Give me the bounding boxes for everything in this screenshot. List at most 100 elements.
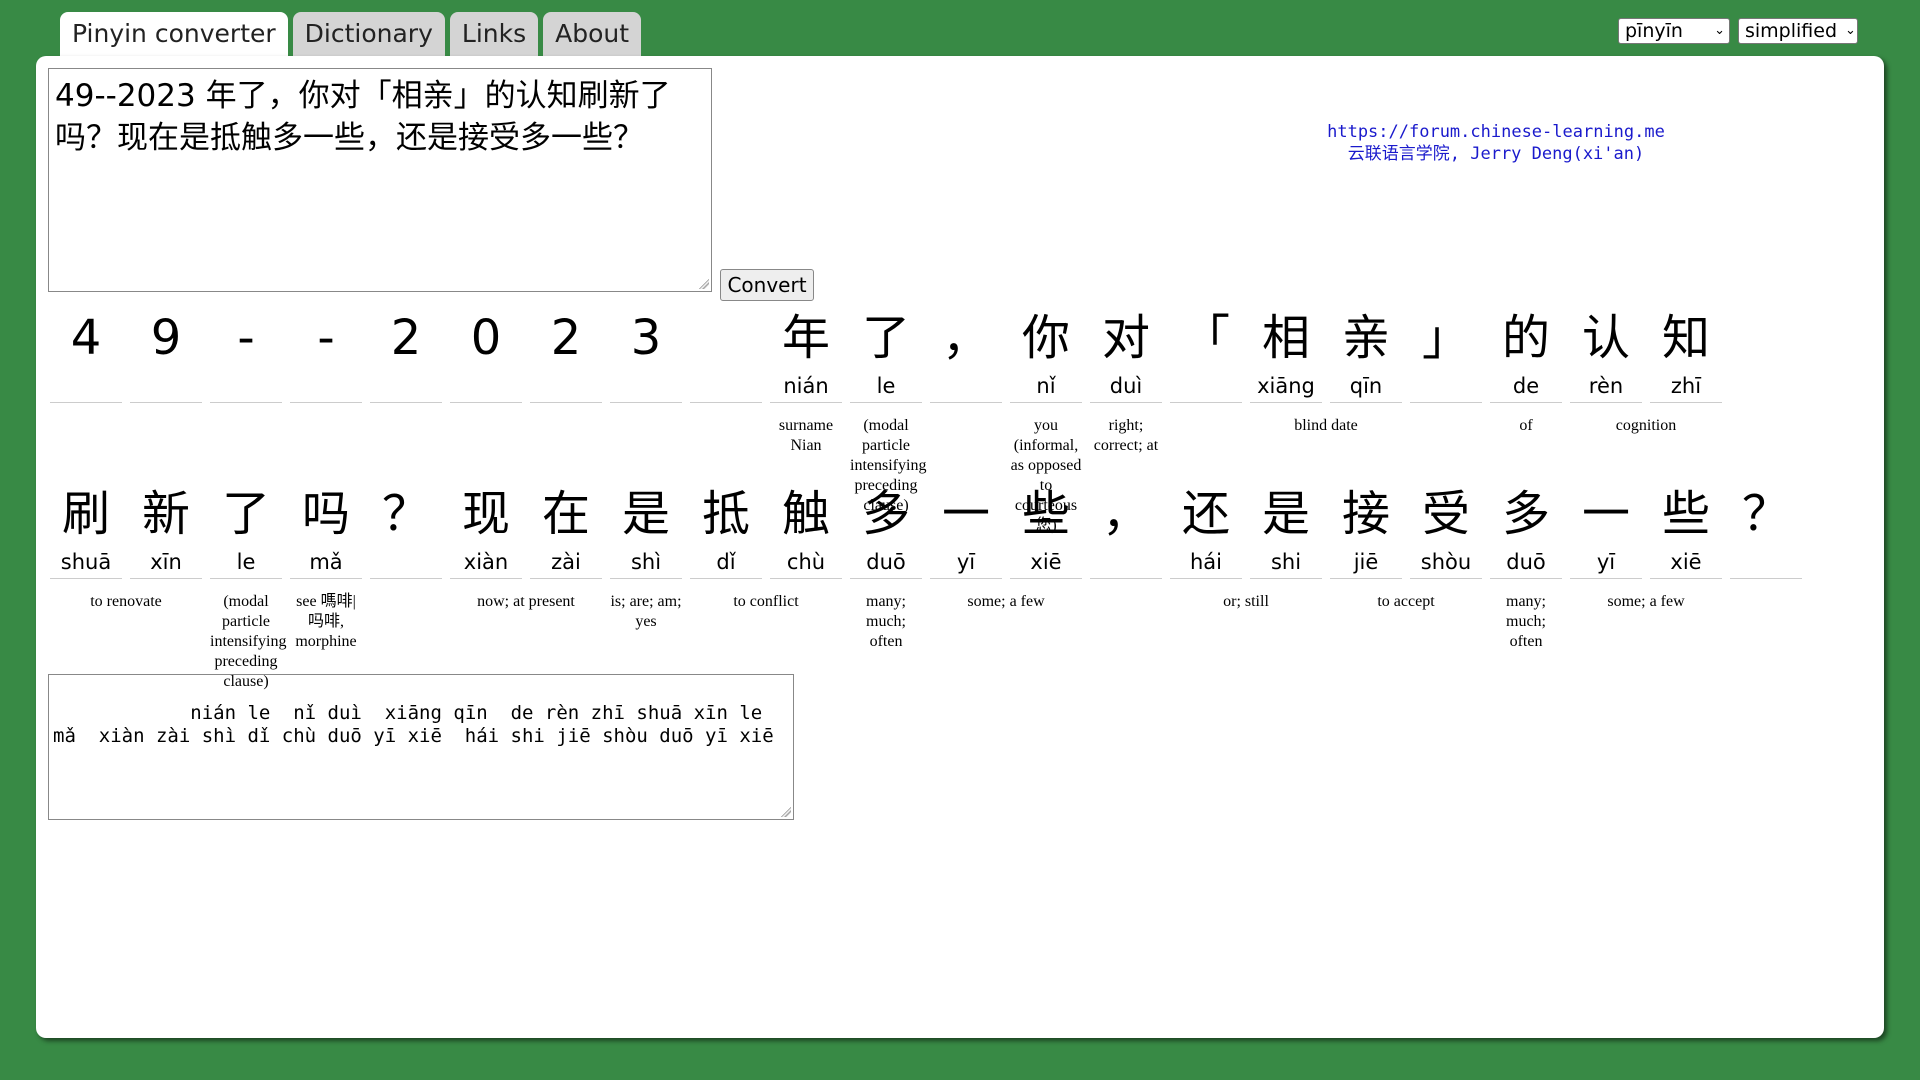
hanzi: - [317, 310, 335, 366]
char-cell: 相 xiāng [1250, 306, 1322, 403]
char-cell: 亲 qīn [1330, 306, 1402, 403]
char-cell: 刷 shuā [50, 482, 122, 579]
tab-pinyin-converter[interactable]: Pinyin converter [60, 12, 288, 58]
pinyin [290, 370, 362, 403]
hanzi: 是 [1261, 486, 1310, 542]
pinyin: mǎ [290, 546, 362, 579]
char-cell: 些 xiē [1010, 482, 1082, 579]
definition: see 嗎啡|吗啡, morphine [295, 593, 357, 650]
pinyin [1410, 370, 1482, 403]
pinyin: shòu [1410, 546, 1482, 579]
char-cell [690, 306, 762, 403]
char-cell: 年 nián [770, 306, 842, 403]
char-cell: ？ [370, 482, 442, 579]
convert-button[interactable]: Convert [720, 269, 814, 301]
hanzi: 」 [1421, 310, 1470, 366]
hanzi: ？ [1741, 486, 1790, 542]
pinyin: jiē [1330, 546, 1402, 579]
char-cell: 2 [530, 306, 602, 403]
hanzi: 新 [141, 486, 190, 542]
char-cell: 触 chù [770, 482, 842, 579]
char-cell: - [210, 306, 282, 403]
char-cell: 是 shi [1250, 482, 1322, 579]
char-cell: 0 [450, 306, 522, 403]
hanzi: 了 [221, 486, 270, 542]
pinyin-output-textarea[interactable]: nián le nǐ duì xiāng qīn de rèn zhī shuā… [48, 674, 794, 820]
char-cell: 认 rèn [1570, 306, 1642, 403]
pinyin: zhī [1650, 370, 1722, 403]
hanzi: 你 [1021, 310, 1070, 366]
char-cell: 多 duō [1490, 482, 1562, 579]
pinyin [530, 370, 602, 403]
char-cell: 「 [1170, 306, 1242, 403]
hanzi: 0 [470, 310, 502, 366]
hanzi: 「 [1181, 310, 1230, 366]
definition: surname Nian [778, 417, 834, 454]
pinyin: dǐ [690, 546, 762, 579]
pinyin: nián [770, 370, 842, 403]
script-select[interactable]: simplified ⌄ [1738, 18, 1858, 44]
char-cell: 了 le [210, 482, 282, 579]
char-cell: 2 [370, 306, 442, 403]
credit-block: https://forum.chinese-learning.me 云联语言学院… [1236, 121, 1756, 165]
pinyin: xiāng [1250, 370, 1322, 403]
char-cell: 抵 dǐ [690, 482, 762, 579]
tab-links[interactable]: Links [449, 12, 539, 56]
hanzi: 一 [941, 486, 990, 542]
definition: is; are; am; yes [610, 593, 682, 630]
char-cell: 一 yī [1570, 482, 1642, 579]
resize-handle-icon[interactable] [699, 279, 709, 289]
hanzi: ， [1101, 486, 1150, 542]
definition: cognition [1615, 417, 1677, 434]
tab-bar: Pinyin converter Dictionary Links About [60, 12, 642, 58]
hanzi: 认 [1581, 310, 1630, 366]
char-cell: ？ [1730, 482, 1802, 579]
char-cell: 一 yī [930, 482, 1002, 579]
hanzi: - [237, 310, 255, 366]
char-cell: 些 xiē [1650, 482, 1722, 579]
definition: many; much; often [1506, 593, 1546, 650]
hanzi: 相 [1261, 310, 1310, 366]
pinyin: le [850, 370, 922, 403]
pinyin: zài [530, 546, 602, 579]
input-text: 49--2023 年了，你对「相亲」的认知刷新了吗？现在是抵触多一些，还是接受多… [55, 78, 671, 156]
pinyin: xiē [1010, 546, 1082, 579]
hanzi: 吗 [301, 486, 350, 542]
definition: some; a few [967, 593, 1045, 610]
hanzi: 些 [1021, 486, 1070, 542]
pinyin: de [1490, 370, 1562, 403]
pinyin [930, 370, 1002, 403]
tone-format-select[interactable]: pīnyīn ⌄ [1618, 18, 1730, 44]
pinyin: xiē [1650, 546, 1722, 579]
forum-link[interactable]: https://forum.chinese-learning.me [1236, 121, 1756, 143]
pinyin: rèn [1570, 370, 1642, 403]
char-cell: 是 shì [610, 482, 682, 579]
char-cell: 」 [1410, 306, 1482, 403]
hanzi: ？ [381, 486, 430, 542]
pinyin: le [210, 546, 282, 579]
pinyin: shi [1250, 546, 1322, 579]
char-cell: 3 [610, 306, 682, 403]
tab-about[interactable]: About [543, 12, 642, 56]
hanzi: 接 [1341, 486, 1390, 542]
resize-handle-icon[interactable] [781, 807, 791, 817]
tone-format-value: pīnyīn [1625, 20, 1683, 42]
char-cell: 在 zài [530, 482, 602, 579]
hanzi: 2 [550, 310, 582, 366]
hanzi: 是 [621, 486, 670, 542]
pinyin: nǐ [1010, 370, 1082, 403]
hanzi: 现 [461, 486, 510, 542]
hanzi: ， [941, 310, 990, 366]
hanzi: 了 [861, 310, 910, 366]
pinyin [1090, 546, 1162, 579]
definition: blind date [1294, 417, 1358, 434]
annotation-row-1: 4 9- -2 0 2 3 年 nián 了 le，你 nǐ 对 duì 「相 xiāng 亲 qīn」的 de 认… [50, 306, 1722, 403]
options-bar: pīnyīn ⌄ simplified ⌄ [1618, 18, 1858, 44]
chinese-input-textarea[interactable]: 49--2023 年了，你对「相亲」的认知刷新了吗？现在是抵触多一些，还是接受多… [48, 68, 712, 292]
pinyin: shì [610, 546, 682, 579]
pinyin: duō [1490, 546, 1562, 579]
definition: of [1519, 417, 1533, 434]
script-value: simplified [1745, 20, 1838, 42]
tab-dictionary[interactable]: Dictionary [292, 12, 445, 56]
char-cell: 现 xiàn [450, 482, 522, 579]
